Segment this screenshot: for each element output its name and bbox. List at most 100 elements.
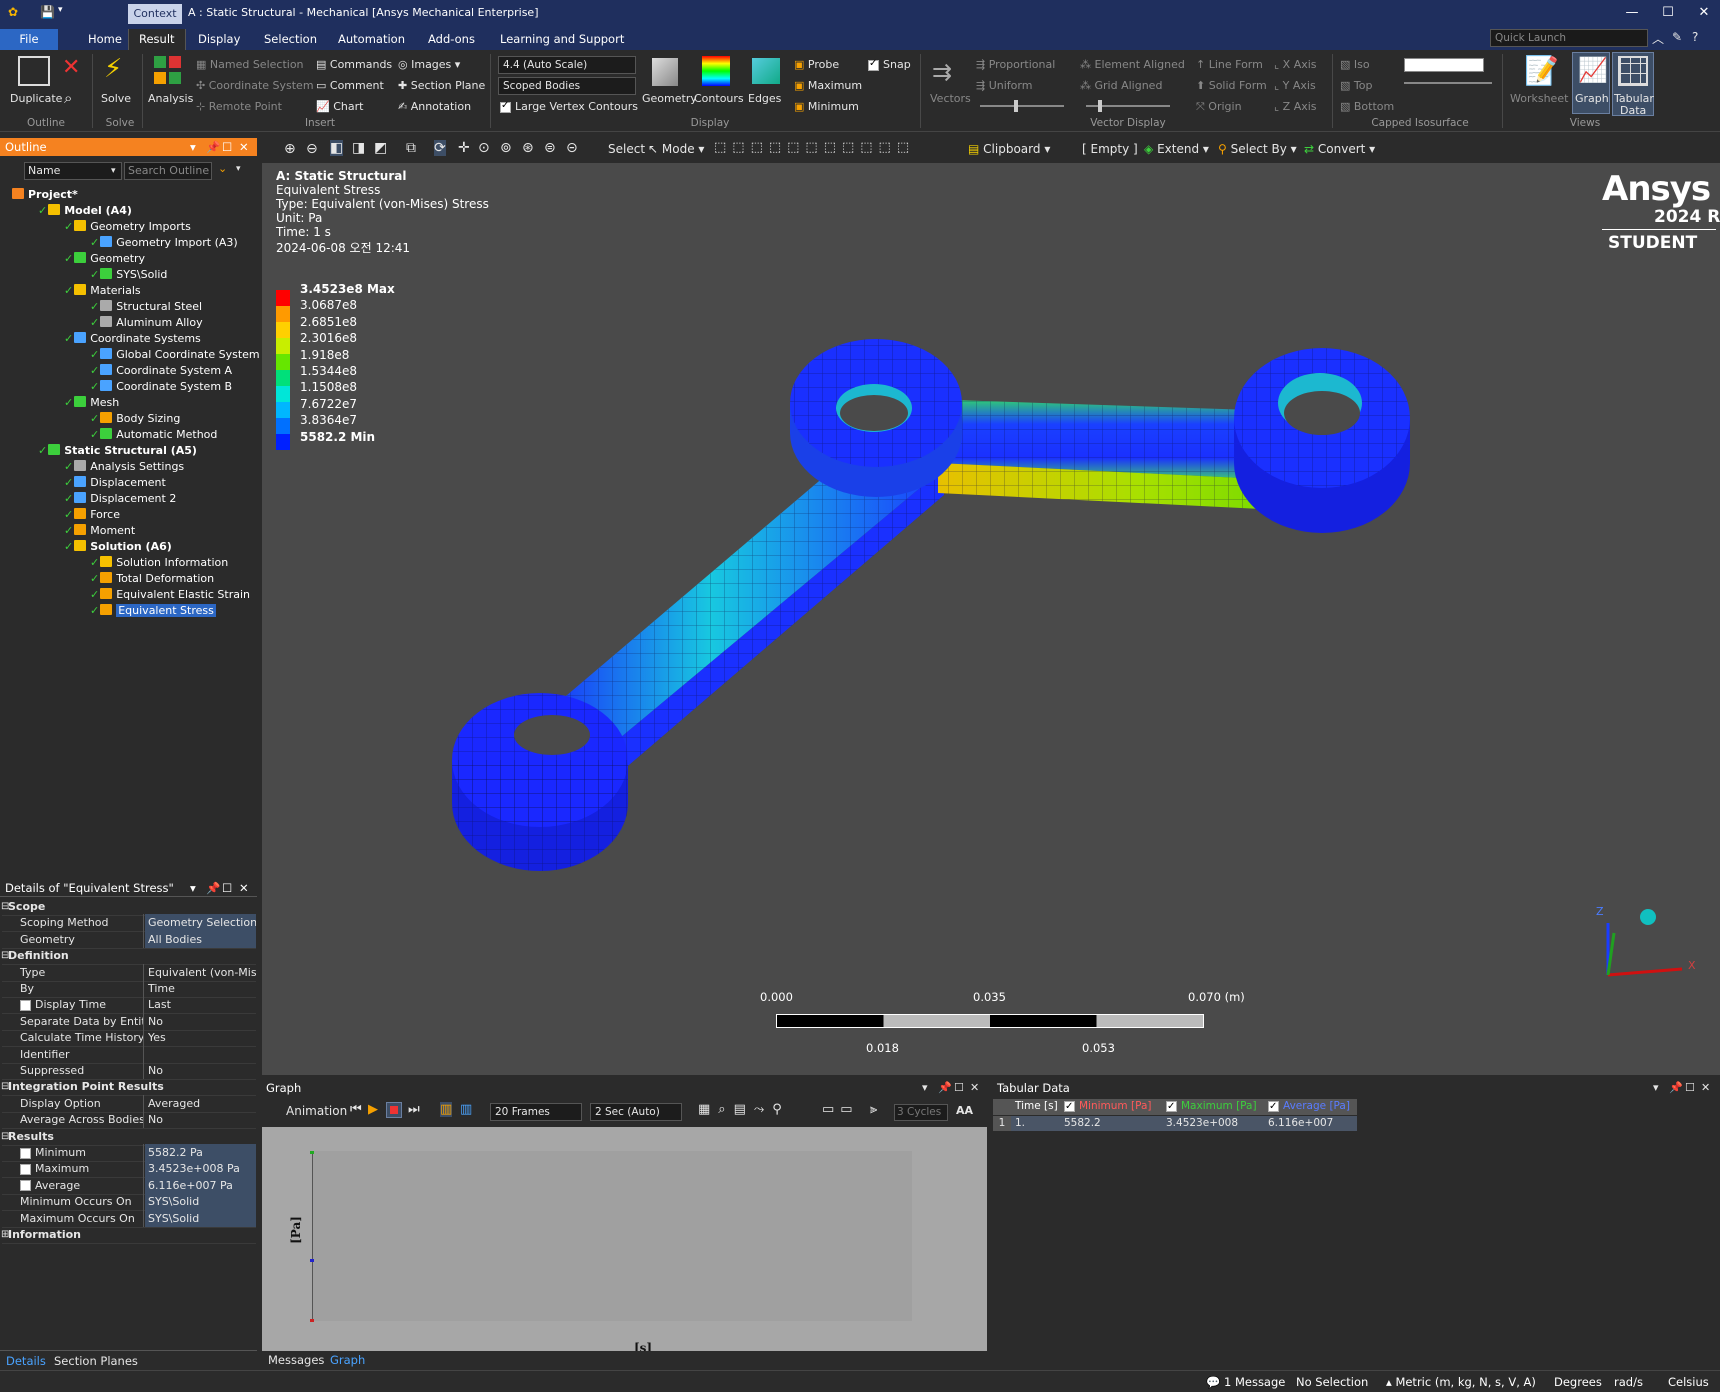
name-filter-combo[interactable]: Name ▾ [24, 162, 122, 180]
details-row[interactable]: Type Equivalent (von-Mis... [2, 963, 256, 982]
tree-item[interactable]: ✓ Static Structural (A5) [38, 444, 197, 457]
details-value[interactable]: Yes [145, 1029, 256, 1046]
details-row[interactable]: Minimum Occurs On SYS\Solid [2, 1193, 256, 1212]
pin-icon[interactable]: 📌 [1669, 1081, 1683, 1094]
details-row[interactable]: Separate Data by Entity No [2, 1012, 256, 1031]
frames-combo[interactable]: 20 Frames [490, 1103, 582, 1121]
data-button[interactable]: Data [1620, 104, 1646, 117]
details-section[interactable]: ⊟ Integration Point Results [1, 1078, 256, 1097]
tree-item[interactable]: ✓ Analysis Settings [64, 460, 184, 473]
images-button[interactable]: ◎ Images ▾ [398, 58, 460, 71]
details-section[interactable]: ⊟ Scope [1, 898, 256, 916]
tree-item[interactable]: ✓ Equivalent Elastic Strain [90, 588, 250, 601]
cell-time[interactable]: 1. [1011, 1116, 1061, 1131]
wire-cube-icon[interactable]: ◨ [352, 140, 365, 156]
panel-menu-icon[interactable]: ▾ [190, 879, 196, 897]
bodies-combo[interactable]: Scoped Bodies [498, 77, 636, 95]
analysis-button[interactable]: Analysis [148, 92, 193, 105]
unit-system-menu[interactable]: ▴ Metric (m, kg, N, s, V, A) [1386, 1375, 1536, 1389]
details-value[interactable]: 5582.2 Pa [145, 1144, 256, 1161]
zoom-out-icon[interactable]: ⊖ [306, 141, 318, 157]
tab-result[interactable]: Result [128, 29, 186, 50]
details-value[interactable]: SYS\Solid [145, 1193, 256, 1211]
isosurface-value-input[interactable] [1404, 58, 1484, 72]
maximum-button[interactable]: ▣ Maximum [794, 79, 862, 92]
tree-item[interactable]: ✓ Geometry [64, 252, 145, 265]
rotate-icon[interactable]: ⟳ [434, 140, 446, 156]
details-row[interactable]: Maximum Occurs On SYS\Solid [2, 1209, 256, 1228]
checkbox-checked[interactable] [1064, 1099, 1075, 1114]
search-outline-input[interactable]: Search Outline [124, 162, 212, 180]
solve-button[interactable]: Solve [101, 92, 131, 105]
details-section[interactable]: ⊞ Information [1, 1226, 256, 1244]
save-icon[interactable]: 💾 [40, 5, 55, 19]
details-value[interactable]: Last [145, 996, 256, 1013]
tab-home[interactable]: Home [78, 29, 132, 50]
details-value[interactable]: Geometry Selection [145, 914, 256, 932]
quick-launch-input[interactable]: Quick Launch [1490, 29, 1648, 47]
section-plane-button[interactable]: ✚ Section Plane [398, 79, 485, 92]
tree-item[interactable]: ✓ Coordinate System A [90, 364, 232, 377]
quick-access-dropdown-icon[interactable]: ▾ [58, 5, 63, 15]
details-row[interactable]: Identifier [2, 1045, 256, 1064]
minimum-button[interactable]: ▣ Minimum [794, 100, 859, 113]
last-frame-icon[interactable]: ⏭ [408, 1102, 420, 1117]
large-vertex-contours-checkbox[interactable]: Large Vertex Contours [500, 100, 638, 113]
select-by-button[interactable]: ⚲ Select By ▾ [1218, 142, 1297, 156]
minimize-button[interactable]: — [1620, 3, 1644, 23]
details-row[interactable]: Geometry All Bodies [2, 930, 256, 949]
result-sets-icon[interactable]: ▥ [460, 1102, 472, 1117]
checkbox-checked[interactable] [1268, 1099, 1279, 1114]
close-panel-icon[interactable]: ✕ [239, 879, 249, 897]
velocity-unit[interactable]: rad/s [1614, 1375, 1643, 1389]
slider-handle[interactable] [1014, 100, 1018, 112]
duplicate-icon[interactable] [18, 56, 50, 86]
zoom-icon[interactable]: ⊙ [478, 140, 490, 156]
details-value[interactable]: No [145, 1111, 256, 1128]
row-index[interactable]: 1 [993, 1116, 1011, 1131]
stress-model[interactable]: Z X [262, 163, 1720, 1075]
tree-item[interactable]: ✓ Displacement 2 [64, 492, 176, 505]
commands-button[interactable]: ▤ Commands [316, 58, 392, 71]
details-value[interactable]: All Bodies [145, 930, 256, 948]
restore-icon[interactable]: ☐ [954, 1081, 964, 1094]
maximize-button[interactable]: ☐ [1656, 3, 1680, 23]
geometry-cube-icon[interactable] [652, 58, 678, 86]
panel-menu-icon[interactable]: ▾ [1653, 1081, 1659, 1094]
tree-item[interactable]: ✓ Materials [64, 284, 141, 297]
checkbox-checked[interactable] [868, 58, 879, 71]
slider-handle[interactable] [1098, 100, 1102, 112]
play-icon[interactable]: ▶ [368, 1102, 378, 1117]
close-button[interactable]: ✕ [1692, 3, 1716, 23]
tree-item[interactable]: ✓ Geometry Imports [64, 220, 191, 233]
table-icon[interactable] [1618, 56, 1648, 86]
tree-item[interactable]: ✓ Automatic Method [90, 428, 217, 441]
cycle-icon[interactable]: ⫸ [870, 1102, 877, 1117]
graph-tools-icons[interactable]: ▦⌕▤⤳⚲ [698, 1102, 790, 1117]
select-button[interactable]: Select [608, 142, 645, 156]
panel-menu-icon[interactable]: ▾ [190, 138, 196, 156]
tab-automation[interactable]: Automation [328, 29, 415, 50]
details-value[interactable]: 6.116e+007 Pa [145, 1176, 256, 1194]
probe-button[interactable]: ▣ Probe [794, 58, 839, 71]
angle-unit[interactable]: Degrees [1554, 1375, 1602, 1389]
graph-button[interactable]: Graph [1575, 92, 1609, 105]
tab-add-ons[interactable]: Add-ons [418, 29, 485, 50]
checkbox[interactable] [20, 1180, 31, 1192]
mode-button[interactable]: ↖ Mode ▾ [648, 142, 704, 156]
zoom-fit-icon[interactable]: ⊛ [522, 140, 534, 156]
tree-item[interactable]: ✓ Mesh [64, 396, 119, 409]
details-row[interactable]: Display Option Averaged [2, 1094, 256, 1113]
tree-item[interactable]: ✓ SYS\Solid [90, 268, 167, 281]
details-value[interactable]: No [145, 1013, 256, 1030]
stop-button[interactable] [386, 1102, 402, 1118]
tree-item[interactable]: ✓ Body Sizing [90, 412, 180, 425]
chevron-up-icon[interactable]: ︿ [1652, 30, 1664, 47]
pan-icon[interactable]: ✛ [458, 140, 470, 156]
tab-display[interactable]: Display [188, 29, 250, 50]
tree-item[interactable]: ✓ Coordinate Systems [64, 332, 201, 345]
duration-combo[interactable]: 2 Sec (Auto) [590, 1103, 682, 1121]
details-row[interactable]: Average Across Bodies No [2, 1111, 256, 1130]
tree-item[interactable]: ✓ Total Deformation [90, 572, 214, 585]
graph-plot-area[interactable]: [Pa] [s] [262, 1127, 987, 1355]
